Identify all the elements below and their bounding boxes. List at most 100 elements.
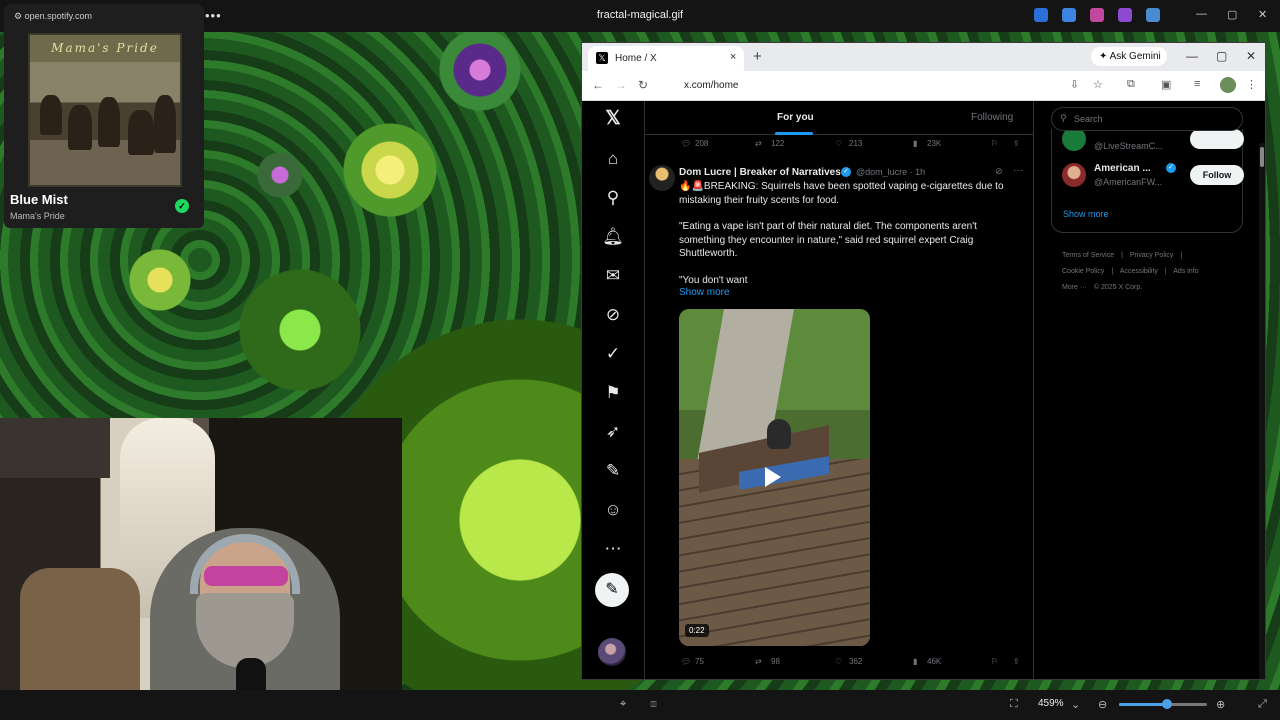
like-heart-icon[interactable]: ♡: [835, 139, 842, 148]
reply-icon[interactable]: 💬︎: [681, 139, 691, 148]
fit-to-window-icon[interactable]: ⛶: [1010, 698, 1018, 711]
ask-gemini-button[interactable]: ✦ Ask Gemini: [1091, 47, 1167, 66]
like-heart-icon[interactable]: ♡: [835, 657, 842, 666]
author-handle[interactable]: @dom_lucre · 1h: [856, 167, 925, 177]
tab-search-icon[interactable]: ▣: [1161, 78, 1171, 91]
visual-search-icon[interactable]: ⌖: [620, 698, 626, 711]
premium-check-icon[interactable]: ✓: [602, 343, 624, 365]
browser-window[interactable]: 𝕏 Home / X × + ✦ Ask Gemini — ▢ ✕ ← → ↻ …: [581, 42, 1266, 680]
tab-close-icon[interactable]: ×: [730, 51, 736, 63]
timeline-feed[interactable]: 💬︎ 208 ⇄ 122 ♡ 213 ▮ 23K ⚐ ⇪ For you Fol…: [644, 101, 1034, 679]
check-icon[interactable]: ✓: [175, 199, 189, 213]
browser-minimize-button[interactable]: —: [1186, 49, 1198, 63]
bookmarks-icon[interactable]: ⚑: [602, 382, 624, 404]
reload-icon[interactable]: ↻: [638, 78, 648, 92]
url-text[interactable]: x.com/home: [684, 80, 738, 91]
media-control-icon[interactable]: ≡: [1194, 78, 1200, 90]
new-tab-button[interactable]: +: [753, 48, 762, 65]
site-settings-icon[interactable]: ⚙: [14, 11, 22, 21]
cookie-link[interactable]: Cookie Policy: [1062, 268, 1104, 275]
search-input[interactable]: ⚲ Search: [1051, 107, 1243, 131]
zoom-slider-handle[interactable]: [1162, 699, 1173, 709]
messages-envelope-icon[interactable]: ✉: [602, 265, 624, 287]
track-title[interactable]: Blue Mist: [10, 192, 68, 207]
tab-home-x[interactable]: 𝕏 Home / X ×: [588, 46, 744, 71]
notifications-bell-icon[interactable]: 🔔︎: [602, 226, 624, 248]
share-icon[interactable]: ⇪: [1013, 657, 1020, 666]
url-field[interactable]: x.com/home: [664, 75, 1124, 97]
maximize-button[interactable]: ▢: [1227, 8, 1237, 21]
repost-icon[interactable]: ⇄: [755, 139, 762, 148]
onedrive-icon[interactable]: [1146, 8, 1160, 22]
copilot-icon[interactable]: [1034, 8, 1048, 22]
tab-following[interactable]: Following: [971, 112, 1013, 123]
play-icon[interactable]: [765, 467, 781, 487]
previous-post-actions: 💬︎ 208 ⇄ 122 ♡ 213 ▮ 23K ⚐ ⇪: [645, 137, 1033, 153]
author-name[interactable]: Dom Lucre | Breaker of Narratives: [679, 167, 841, 178]
bookmark-icon[interactable]: ⚐: [991, 657, 998, 666]
feed-tabs: For you Following: [645, 101, 1033, 135]
views-icon[interactable]: ▮: [913, 657, 917, 666]
footer-separator: |: [1180, 252, 1183, 259]
page-scrollbar[interactable]: [1259, 143, 1265, 679]
spotify-miniplayer[interactable]: ⚙ open.spotify.com Mama's Pride Blue Mis…: [4, 4, 204, 228]
designer-icon[interactable]: [1118, 8, 1132, 22]
edit-icon[interactable]: [1062, 8, 1076, 22]
repost-icon[interactable]: ⇄: [755, 657, 762, 666]
jobs-rocket-icon[interactable]: ➶: [602, 421, 624, 443]
minimize-button[interactable]: —: [1196, 8, 1207, 20]
crop-icon[interactable]: ⧈: [650, 698, 657, 711]
suggestion-name[interactable]: American ...: [1094, 163, 1151, 174]
accessibility-link[interactable]: Accessibility: [1120, 268, 1158, 275]
share-icon[interactable]: ⇪: [1013, 139, 1020, 148]
home-icon[interactable]: ⌂: [602, 148, 624, 170]
follow-button[interactable]: [1190, 129, 1244, 149]
like-count: 362: [849, 657, 863, 666]
grok-icon[interactable]: ⊘: [602, 304, 624, 326]
post-video[interactable]: 0:22: [679, 309, 870, 646]
follow-button[interactable]: Follow: [1190, 165, 1244, 185]
track-artist[interactable]: Mama's Pride: [10, 211, 65, 221]
back-arrow-icon[interactable]: ←: [592, 78, 604, 92]
clipchamp-icon[interactable]: [1090, 8, 1104, 22]
ads-info-link[interactable]: Ads info: [1173, 268, 1198, 275]
privacy-link[interactable]: Privacy Policy: [1130, 252, 1174, 259]
install-app-icon[interactable]: ⇩: [1070, 78, 1079, 91]
chevron-down-icon[interactable]: ⌄: [1071, 698, 1080, 711]
fullscreen-icon[interactable]: ⤢: [1258, 698, 1267, 711]
show-more-link[interactable]: Show more: [679, 287, 730, 298]
scrollbar-thumb[interactable]: [1260, 147, 1264, 167]
follow-suggestion[interactable]: American ... ✓ @AmericanFW... Follow: [1062, 163, 1244, 193]
browser-menu-icon[interactable]: ⋮: [1246, 78, 1257, 91]
zoom-out-icon[interactable]: ⊖: [1098, 698, 1107, 711]
more-circle-icon[interactable]: ⋯: [602, 538, 624, 560]
suggestion-avatar[interactable]: [1062, 163, 1086, 187]
reply-icon[interactable]: 💬︎: [681, 657, 691, 666]
profile-person-icon[interactable]: ☺: [602, 499, 624, 521]
compose-post-button[interactable]: ✎: [595, 573, 629, 607]
zoom-slider[interactable]: [1119, 699, 1207, 709]
profile-avatar[interactable]: [1220, 77, 1236, 93]
browser-maximize-button[interactable]: ▢: [1216, 49, 1227, 63]
tab-for-you[interactable]: For you: [777, 112, 814, 123]
follow-suggestion[interactable]: @LiveStreamC...: [1062, 127, 1244, 157]
close-button[interactable]: ✕: [1258, 8, 1267, 21]
terms-link[interactable]: Terms of Service: [1062, 252, 1114, 259]
views-icon[interactable]: ▮: [913, 139, 917, 148]
grok-explain-icon[interactable]: ⊘: [995, 166, 1003, 177]
zoom-in-icon[interactable]: ⊕: [1216, 698, 1225, 711]
account-avatar[interactable]: [598, 638, 626, 666]
articles-edit-icon[interactable]: ✎: [602, 460, 624, 482]
post-more-icon[interactable]: ···: [1013, 165, 1023, 176]
author-avatar[interactable]: [649, 165, 675, 191]
explore-search-icon[interactable]: ⚲: [602, 187, 624, 209]
forward-arrow-icon[interactable]: →: [615, 78, 627, 92]
extensions-icon[interactable]: ⧉: [1127, 78, 1135, 91]
show-more-link[interactable]: Show more: [1063, 209, 1109, 219]
bookmark-star-icon[interactable]: ☆: [1093, 78, 1103, 91]
x-logo-icon[interactable]: 𝕏: [602, 108, 624, 130]
zoom-level[interactable]: 459%: [1038, 698, 1064, 709]
footer-more-link[interactable]: More ···: [1062, 284, 1087, 291]
browser-close-button[interactable]: ✕: [1246, 49, 1256, 63]
bookmark-icon[interactable]: ⚐: [991, 139, 998, 148]
